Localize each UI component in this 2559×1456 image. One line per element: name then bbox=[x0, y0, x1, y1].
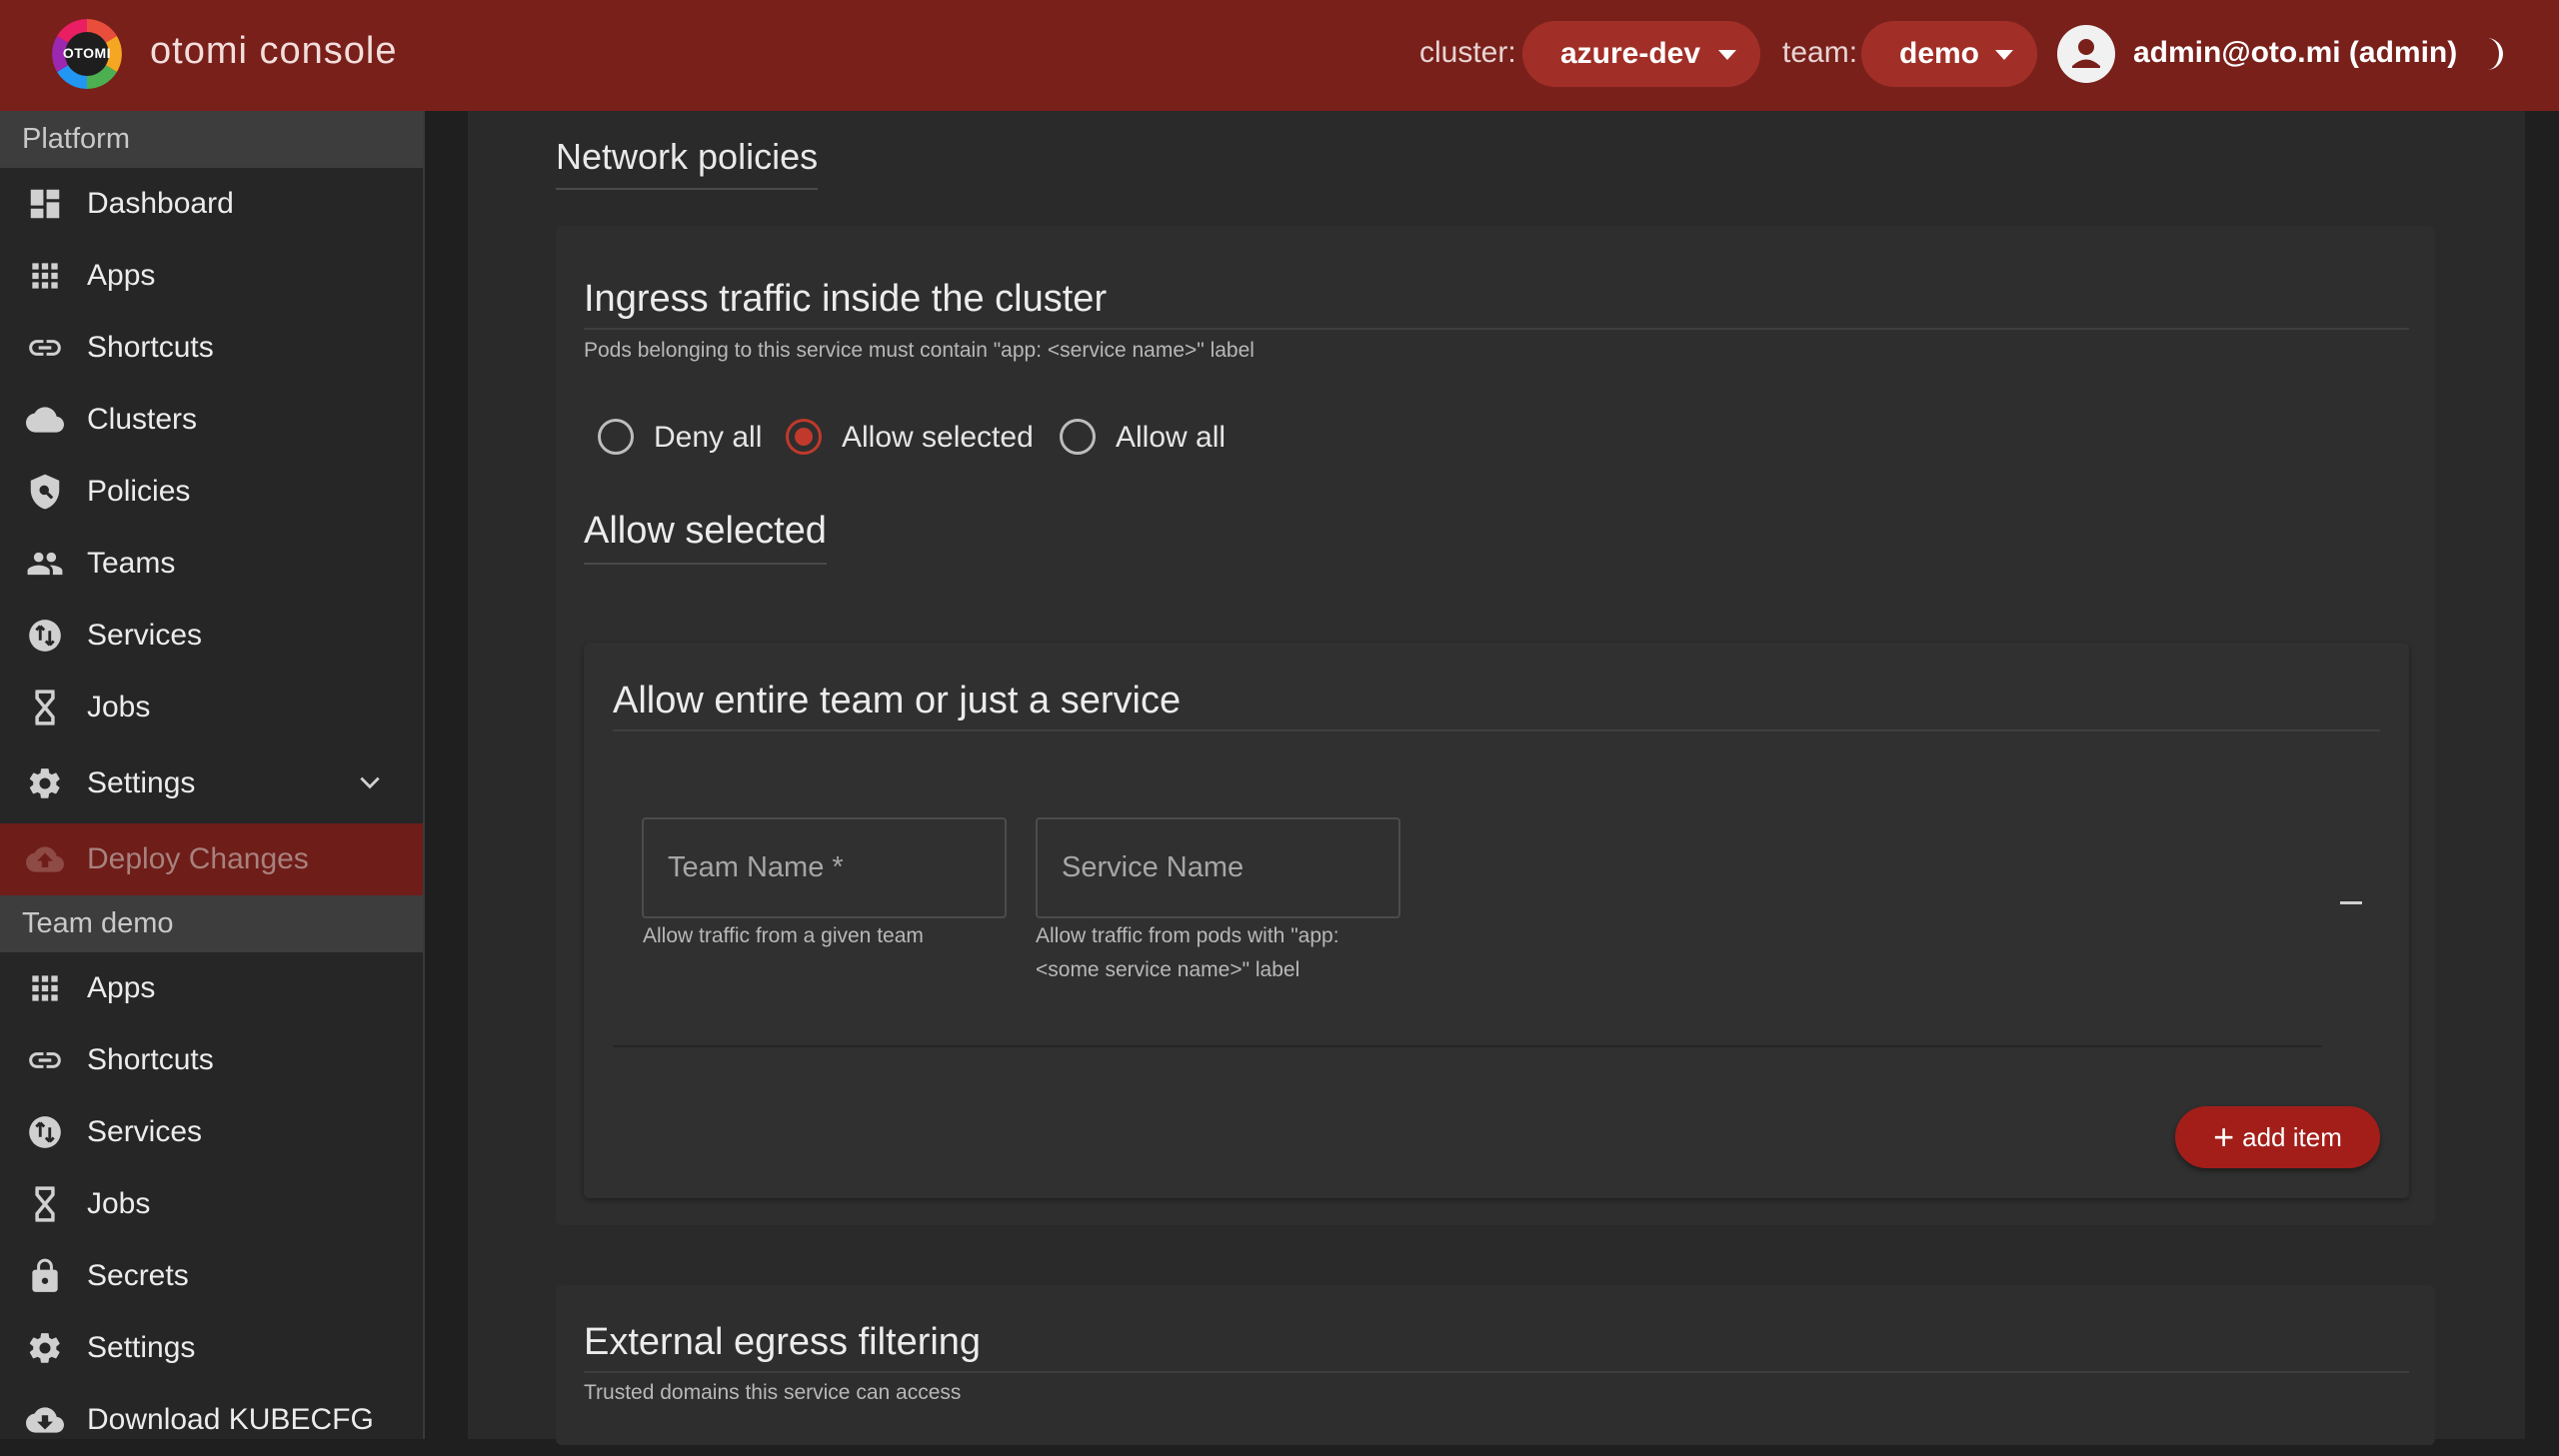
dashboard-icon bbox=[30, 189, 60, 219]
sidebar-item-label: Dashboard bbox=[87, 187, 234, 220]
sidebar-item-label: Apps bbox=[87, 971, 156, 1004]
top-bar: OTOMI otomi console cluster: azure-dev t… bbox=[0, 0, 2559, 111]
radio-allow-selected[interactable] bbox=[786, 419, 822, 455]
cluster-select[interactable]: azure-dev bbox=[1522, 21, 1760, 87]
sidebar-item-label: Apps bbox=[87, 259, 156, 292]
cloud-upload-icon bbox=[26, 846, 64, 872]
swap-circle-icon bbox=[29, 620, 61, 652]
hourglass-icon bbox=[35, 690, 55, 726]
sidebar-item-clusters[interactable]: Clusters bbox=[0, 384, 423, 456]
egress-divider bbox=[584, 1371, 2409, 1373]
apps-grid-icon bbox=[32, 975, 58, 1001]
radio-allow-all[interactable] bbox=[1060, 419, 1096, 455]
apps-grid-icon bbox=[32, 263, 58, 289]
add-item-button[interactable]: + add item bbox=[2175, 1106, 2380, 1168]
team-name-field[interactable] bbox=[642, 817, 1007, 918]
people-icon bbox=[27, 552, 63, 576]
radio-deny-all-label[interactable]: Deny all bbox=[654, 421, 762, 455]
service-name-helper-line2: <some service name>" label bbox=[1036, 958, 1300, 981]
sidebar-item-label: Settings bbox=[87, 766, 196, 799]
service-name-input[interactable] bbox=[1038, 819, 1398, 916]
sidebar-item-label: Clusters bbox=[87, 403, 198, 436]
sidebar-item-label: Teams bbox=[87, 547, 176, 580]
egress-description: Trusted domains this service can access bbox=[584, 1381, 962, 1404]
sidebar-item-label: Shortcuts bbox=[87, 331, 214, 364]
item-divider bbox=[613, 1045, 2322, 1047]
ingress-title: Ingress traffic inside the cluster bbox=[584, 278, 1108, 320]
plus-icon: + bbox=[2213, 1116, 2235, 1157]
team-select-value: demo bbox=[1899, 37, 1980, 70]
cluster-label: cluster: bbox=[1419, 36, 1516, 69]
dark-mode-moon-icon[interactable] bbox=[2471, 34, 2511, 74]
sidebar-item-apps[interactable]: Apps bbox=[0, 240, 423, 312]
link-icon bbox=[29, 1052, 61, 1068]
link-icon bbox=[29, 340, 61, 356]
sidebar: Platform Dashboard Apps Shortcuts Cluste… bbox=[0, 111, 425, 1439]
lock-icon bbox=[32, 1258, 58, 1292]
deploy-changes-label: Deploy Changes bbox=[87, 842, 309, 875]
ingress-divider bbox=[584, 328, 2409, 330]
deploy-changes-button[interactable]: Deploy Changes bbox=[0, 823, 423, 895]
sidebar-item-dashboard[interactable]: Dashboard bbox=[0, 168, 423, 240]
service-name-field[interactable] bbox=[1036, 817, 1400, 918]
team-select[interactable]: demo bbox=[1861, 21, 2037, 87]
sidebar-item-team-jobs[interactable]: Jobs bbox=[0, 1168, 423, 1240]
team-label: team: bbox=[1782, 36, 1858, 69]
sidebar-item-policies[interactable]: Policies bbox=[0, 456, 423, 528]
chevron-down-icon bbox=[1995, 50, 2013, 60]
radio-deny-all[interactable] bbox=[598, 419, 634, 455]
sidebar-item-team-settings[interactable]: Settings bbox=[0, 1312, 423, 1384]
sidebar-item-label: Secrets bbox=[87, 1259, 189, 1292]
shield-search-icon bbox=[30, 474, 60, 510]
sidebar-item-settings[interactable]: Settings bbox=[0, 743, 423, 823]
sidebar-item-label: Jobs bbox=[87, 1187, 151, 1220]
chevron-down-icon[interactable] bbox=[357, 769, 383, 795]
cluster-select-value: azure-dev bbox=[1560, 37, 1701, 70]
sidebar-item-teams[interactable]: Teams bbox=[0, 528, 423, 600]
gear-icon bbox=[29, 768, 60, 798]
section-team: Team demo bbox=[0, 895, 423, 952]
chevron-down-icon bbox=[1718, 50, 1736, 60]
egress-title: External egress filtering bbox=[584, 1321, 982, 1363]
ingress-description: Pods belonging to this service must cont… bbox=[584, 339, 1255, 362]
network-policies-title: Network policies bbox=[556, 136, 819, 190]
sidebar-item-team-shortcuts[interactable]: Shortcuts bbox=[0, 1024, 423, 1096]
radio-allow-selected-label[interactable]: Allow selected bbox=[842, 421, 1034, 455]
sidebar-item-label: Download KUBECFG bbox=[87, 1403, 374, 1436]
allow-team-title: Allow entire team or just a service bbox=[613, 680, 1182, 722]
cloud-download-icon bbox=[26, 1407, 64, 1433]
user-email[interactable]: admin@oto.mi (admin) bbox=[2133, 36, 2457, 70]
remove-item-icon[interactable] bbox=[2340, 901, 2362, 904]
sidebar-item-team-apps[interactable]: Apps bbox=[0, 952, 423, 1024]
radio-allow-all-label[interactable]: Allow all bbox=[1116, 421, 1226, 455]
add-item-label: add item bbox=[2242, 1121, 2342, 1152]
app-title: otomi console bbox=[150, 30, 398, 72]
otomi-logo[interactable]: OTOMI bbox=[52, 19, 122, 89]
sidebar-item-label: Shortcuts bbox=[87, 1043, 214, 1076]
sidebar-item-services[interactable]: Services bbox=[0, 600, 423, 672]
logo-text: OTOMI bbox=[62, 45, 112, 61]
team-name-helper: Allow traffic from a given team bbox=[643, 924, 924, 947]
sidebar-item-shortcuts[interactable]: Shortcuts bbox=[0, 312, 423, 384]
allow-team-divider bbox=[613, 729, 2380, 731]
sidebar-item-team-secrets[interactable]: Secrets bbox=[0, 1240, 423, 1312]
avatar-icon[interactable] bbox=[2057, 25, 2115, 83]
sidebar-item-label: Services bbox=[87, 1115, 203, 1148]
swap-circle-icon bbox=[29, 1116, 61, 1148]
allow-selected-title: Allow selected bbox=[584, 510, 827, 565]
cloud-icon bbox=[26, 407, 64, 433]
egress-card bbox=[556, 1285, 2435, 1445]
hourglass-icon bbox=[35, 1186, 55, 1222]
service-name-helper-line1: Allow traffic from pods with "app: bbox=[1036, 924, 1339, 947]
sidebar-item-label: Services bbox=[87, 619, 203, 652]
sidebar-item-download-kubecfg[interactable]: Download KUBECFG bbox=[0, 1384, 423, 1456]
sidebar-item-label: Policies bbox=[87, 475, 191, 508]
sidebar-item-label: Settings bbox=[87, 1331, 196, 1364]
sidebar-item-jobs[interactable]: Jobs bbox=[0, 672, 423, 743]
section-platform: Platform bbox=[0, 111, 423, 168]
sidebar-item-label: Jobs bbox=[87, 691, 151, 724]
team-name-input[interactable] bbox=[644, 819, 1005, 916]
gear-icon bbox=[29, 1333, 60, 1363]
sidebar-item-team-services[interactable]: Services bbox=[0, 1096, 423, 1168]
